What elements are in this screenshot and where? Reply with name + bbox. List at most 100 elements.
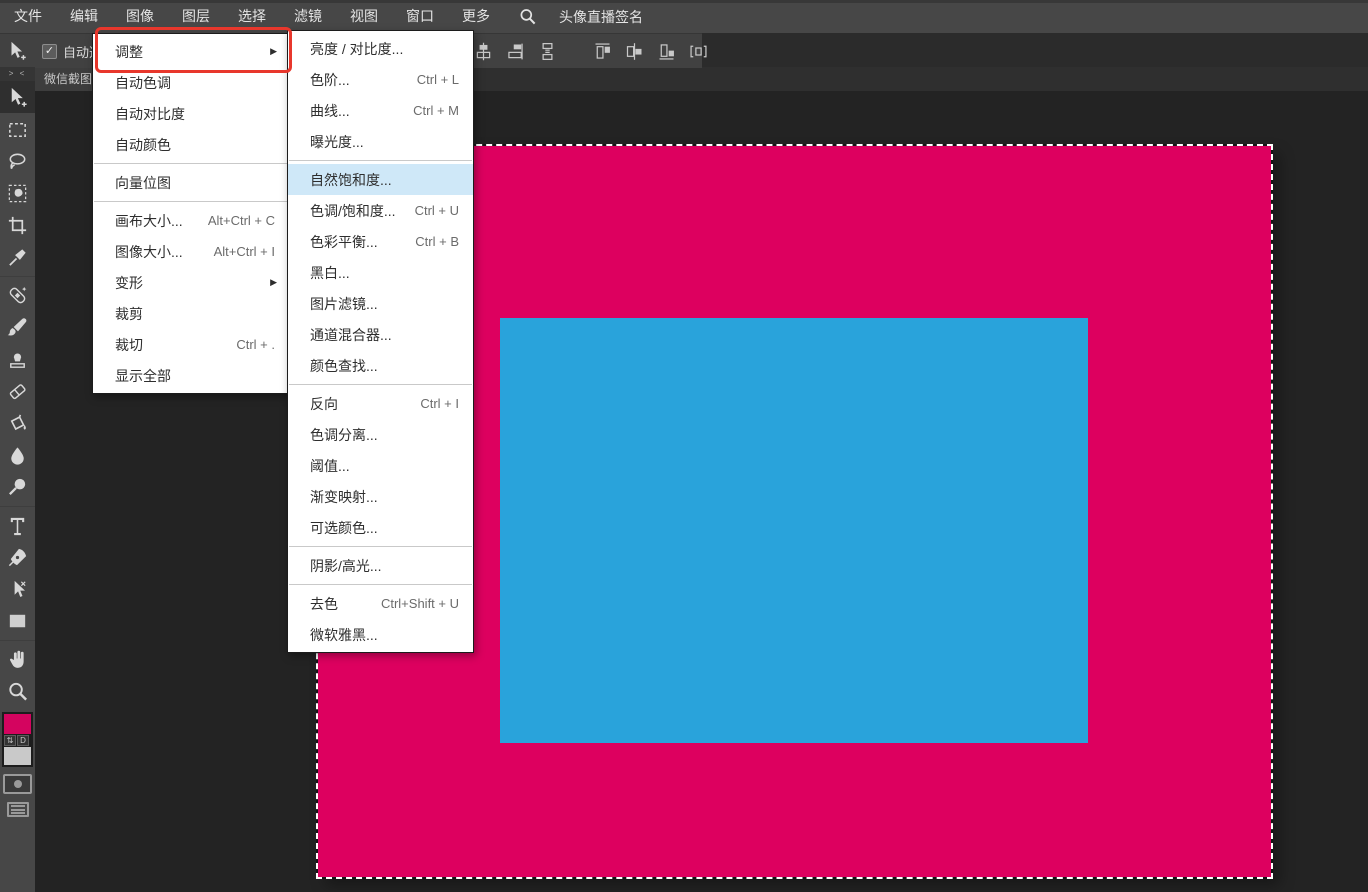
menu-item-label: 色调分离... xyxy=(310,425,473,445)
menu-item[interactable]: 色阶...Ctrl + L xyxy=(288,64,473,95)
menu-item[interactable]: 向量位图 xyxy=(93,167,289,198)
menu-item[interactable]: 色彩平衡...Ctrl + B xyxy=(288,226,473,257)
canvas-blue-rectangle[interactable] xyxy=(500,318,1088,743)
menu-item-label: 曝光度... xyxy=(310,132,473,152)
dodge-tool[interactable] xyxy=(0,471,35,503)
menu-item-shortcut: Ctrl + I xyxy=(420,396,459,411)
menu-item[interactable]: 曲线...Ctrl + M xyxy=(288,95,473,126)
submenu-arrow-icon: ▶ xyxy=(270,277,277,288)
menu-item[interactable]: 色调分离... xyxy=(288,419,473,450)
menubar-item[interactable]: 窗口 xyxy=(392,0,448,33)
menu-item-label: 亮度 / 对比度... xyxy=(310,39,473,59)
eyedropper-tool[interactable] xyxy=(0,241,35,273)
menu-item[interactable]: 可选颜色... xyxy=(288,512,473,543)
menubar-item[interactable]: 视图 xyxy=(336,0,392,33)
background-color-swatch[interactable] xyxy=(4,747,31,765)
menu-item[interactable]: 裁剪 xyxy=(93,298,289,329)
align-vertical-centers-icon[interactable] xyxy=(473,41,494,62)
menu-item-label: 自动色调 xyxy=(115,73,289,93)
photo-editor-app: 文件编辑图像图层选择滤镜视图窗口更多 头像直播签名 ✓ 自动选择 微信截图 > … xyxy=(0,0,1368,892)
menu-item-shortcut: Ctrl + U xyxy=(415,203,459,218)
quick-select-tool[interactable] xyxy=(0,177,35,209)
menu-item[interactable]: 色调/饱和度...Ctrl + U xyxy=(288,195,473,226)
lasso-tool[interactable] xyxy=(0,145,35,177)
clone-stamp-tool[interactable] xyxy=(0,343,35,375)
search-icon[interactable] xyxy=(518,7,537,26)
menu-item[interactable]: 裁切Ctrl + . xyxy=(93,329,289,360)
type-tool[interactable] xyxy=(0,506,35,541)
menu-item[interactable]: 阴影/高光... xyxy=(288,550,473,581)
document-title: 头像直播签名 xyxy=(559,7,643,27)
menu-item-label: 裁剪 xyxy=(115,304,289,324)
marquee-tool[interactable] xyxy=(0,113,35,145)
menu-item[interactable]: 颜色查找... xyxy=(288,350,473,381)
menu-item-shortcut: Ctrl+Shift + U xyxy=(381,596,459,611)
auto-select-checkbox[interactable]: ✓ xyxy=(42,44,57,59)
menu-item[interactable]: 自动色调 xyxy=(93,67,289,98)
align-horizontal-centers-icon[interactable] xyxy=(624,41,645,62)
brush-tool[interactable] xyxy=(0,311,35,343)
menu-item[interactable]: 反向Ctrl + I xyxy=(288,388,473,419)
menu-item[interactable]: 微软雅黑... xyxy=(288,619,473,650)
menu-item[interactable]: 自动颜色 xyxy=(93,129,289,160)
distribute-horizontal-icon[interactable] xyxy=(688,41,709,62)
menu-item[interactable]: 变形▶ xyxy=(93,267,289,298)
menu-item-label: 可选颜色... xyxy=(310,518,473,538)
default-colors-icon[interactable]: D xyxy=(17,735,29,746)
menu-item-label: 通道混合器... xyxy=(310,325,473,345)
collapse-toolbar-button[interactable]: > < xyxy=(0,67,35,81)
pen-tool[interactable] xyxy=(0,541,35,573)
menu-item-shortcut: Ctrl + B xyxy=(415,234,459,249)
menubar-item[interactable]: 图层 xyxy=(168,0,224,33)
menubar-item[interactable]: 选择 xyxy=(224,0,280,33)
menubar-item[interactable]: 文件 xyxy=(0,0,56,33)
distribute-vertical-icon[interactable] xyxy=(537,41,558,62)
menu-item-label: 裁切 xyxy=(115,335,236,355)
document-tab-label: 微信截图 xyxy=(44,72,92,86)
align-right-edges-icon[interactable] xyxy=(505,41,526,62)
align-top-edges-icon[interactable] xyxy=(592,41,613,62)
menubar-item[interactable]: 图像 xyxy=(112,0,168,33)
image-menu-dropdown: 调整▶ 自动色调自动对比度自动颜色向量位图画布大小...Alt+Ctrl + C图… xyxy=(92,33,290,394)
foreground-color-swatch[interactable] xyxy=(4,714,31,734)
menu-item-label: 画布大小... xyxy=(115,211,208,231)
quick-mask-button[interactable] xyxy=(3,774,32,794)
zoom-tool[interactable] xyxy=(0,675,35,707)
menu-item[interactable]: 渐变映射... xyxy=(288,481,473,512)
align-bottom-edges-icon[interactable] xyxy=(656,41,677,62)
menu-item[interactable]: 调整▶ xyxy=(93,36,289,67)
menubar-item[interactable]: 滤镜 xyxy=(280,0,336,33)
menu-item[interactable]: 亮度 / 对比度... xyxy=(288,33,473,64)
paint-bucket-tool[interactable] xyxy=(0,407,35,439)
menubar-item[interactable]: 更多 xyxy=(448,0,504,33)
adjustments-submenu: 亮度 / 对比度... 色阶...Ctrl + L曲线...Ctrl + M 曝光度… xyxy=(287,30,474,653)
screen-mode-button[interactable] xyxy=(7,802,29,817)
menu-item[interactable]: 自动对比度 xyxy=(93,98,289,129)
menu-item-label: 色调/饱和度... xyxy=(310,201,415,221)
menu-item[interactable]: 自然饱和度... xyxy=(288,164,473,195)
move-tool[interactable] xyxy=(0,81,35,113)
crop-tool[interactable] xyxy=(0,209,35,241)
eraser-tool[interactable] xyxy=(0,375,35,407)
menu-item[interactable]: 通道混合器... xyxy=(288,319,473,350)
menu-item[interactable]: 曝光度... xyxy=(288,126,473,157)
blur-tool[interactable] xyxy=(0,439,35,471)
menu-item[interactable]: 图片滤镜... xyxy=(288,288,473,319)
menu-item[interactable]: 阈值... xyxy=(288,450,473,481)
color-swatches: ⇅ D xyxy=(2,712,33,767)
menu-item[interactable]: 图像大小...Alt+Ctrl + I xyxy=(93,236,289,267)
menu-item-label: 变形 xyxy=(115,273,270,293)
swap-colors-icon[interactable]: ⇅ xyxy=(4,735,16,746)
healing-brush-tool[interactable] xyxy=(0,276,35,311)
menubar-item[interactable]: 编辑 xyxy=(56,0,112,33)
menu-item[interactable]: 黑白... xyxy=(288,257,473,288)
hand-tool[interactable] xyxy=(0,640,35,675)
menu-item[interactable]: 画布大小...Alt+Ctrl + C xyxy=(93,205,289,236)
menu-item-label: 自然饱和度... xyxy=(310,170,473,190)
submenu-arrow-icon: ▶ xyxy=(270,46,277,57)
menu-item[interactable]: 去色Ctrl+Shift + U xyxy=(288,588,473,619)
menu-item-label: 颜色查找... xyxy=(310,356,473,376)
path-select-tool[interactable] xyxy=(0,573,35,605)
menu-item[interactable]: 显示全部 xyxy=(93,360,289,391)
rectangle-tool[interactable] xyxy=(0,605,35,637)
